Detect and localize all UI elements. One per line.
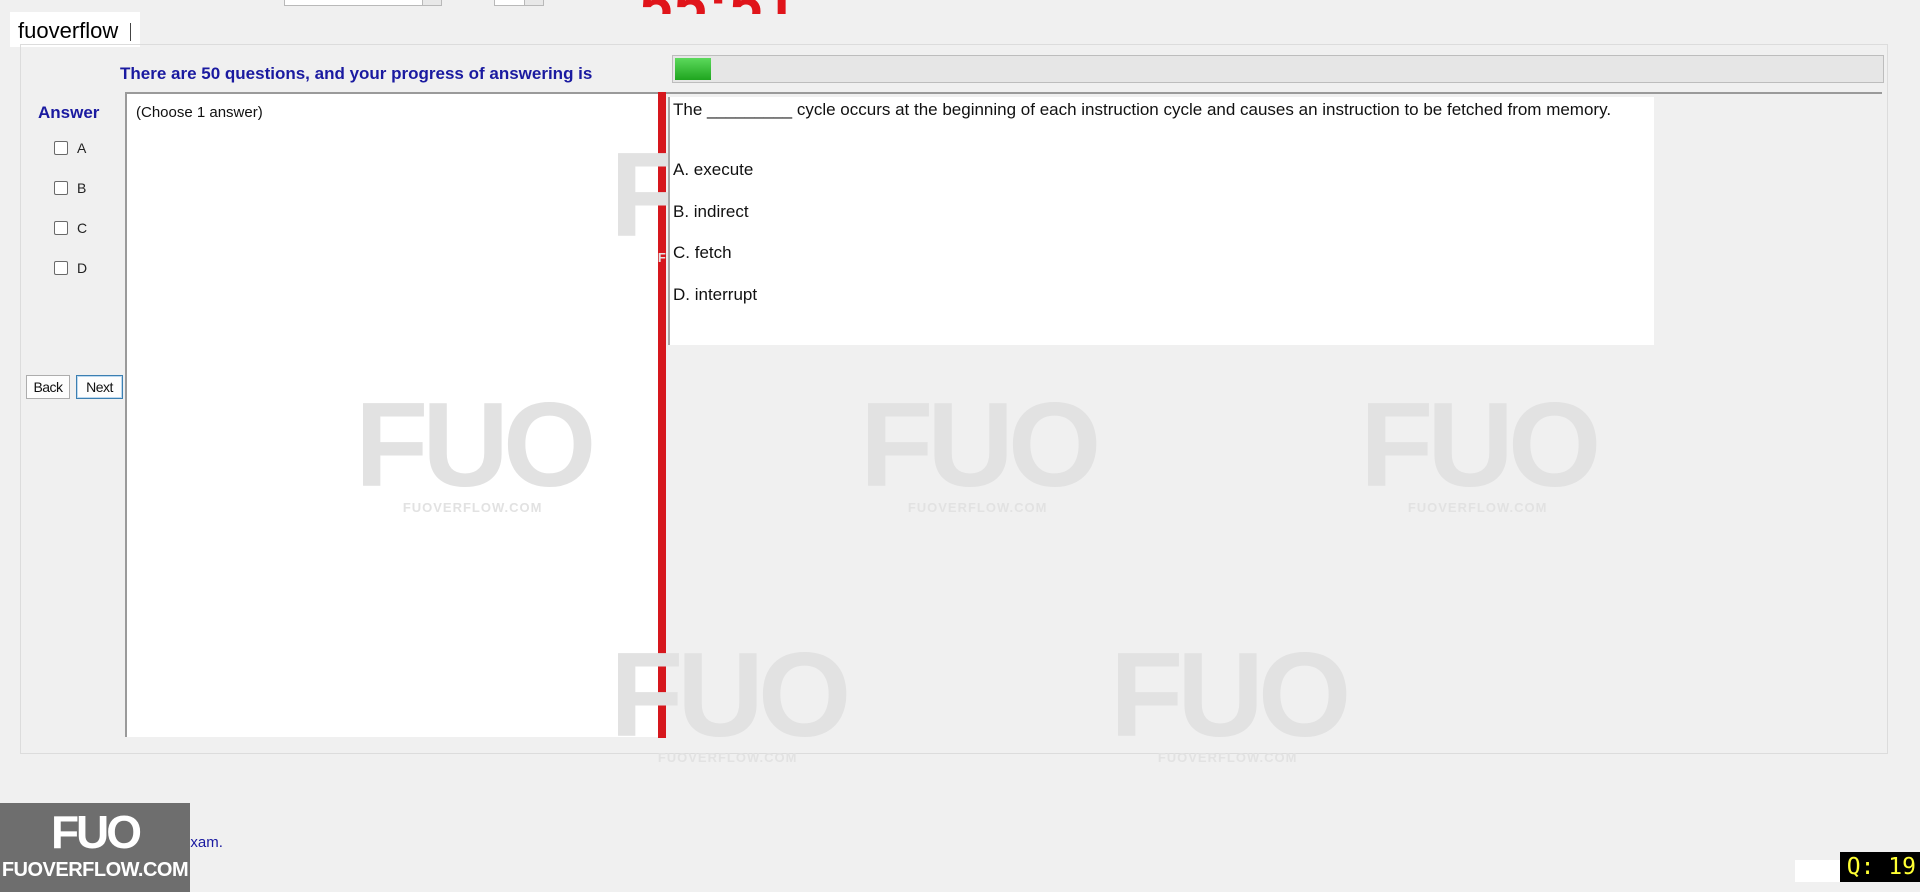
counter-lead xyxy=(1795,860,1840,882)
question-counter: Q: 19 xyxy=(1840,852,1920,882)
checkbox-c[interactable] xyxy=(54,221,68,235)
choice-d: D. interrupt xyxy=(673,285,758,304)
checkbox-a[interactable] xyxy=(54,141,68,155)
question-text: The _________ cycle occurs at the beginn… xyxy=(673,100,1612,119)
pane-splitter[interactable] xyxy=(658,92,666,738)
question-box: The _________ cycle occurs at the beginn… xyxy=(668,97,1654,345)
answer-option-d[interactable]: D xyxy=(54,260,87,276)
next-button[interactable]: Next xyxy=(76,375,123,399)
top-spinner[interactable] xyxy=(494,0,544,6)
text-caret xyxy=(130,23,132,41)
checkbox-b[interactable] xyxy=(54,181,68,195)
checkbox-d[interactable] xyxy=(54,261,68,275)
logo-text: FUOVERFLOW.COM xyxy=(1,859,189,881)
top-dropdown[interactable] xyxy=(284,0,442,6)
choose-hint: (Choose 1 answer) xyxy=(136,104,263,121)
answer-option-a[interactable]: A xyxy=(54,140,86,156)
answer-notes-pane: (Choose 1 answer) xyxy=(125,92,661,737)
answer-option-label: B xyxy=(77,180,87,196)
back-button[interactable]: Back xyxy=(26,375,70,399)
progress-label: There are 50 questions, and your progres… xyxy=(120,64,593,83)
answer-option-b[interactable]: B xyxy=(54,180,86,196)
choice-a: A. execute xyxy=(673,160,754,179)
choice-c: C. fetch xyxy=(673,243,732,262)
progress-bar xyxy=(672,55,1884,83)
logo-mark: FUO xyxy=(50,806,142,858)
spinner-arrow-icon[interactable] xyxy=(524,0,543,5)
answer-option-label: D xyxy=(77,260,88,276)
progress-fill xyxy=(675,58,712,80)
answer-option-label: C xyxy=(77,220,88,236)
answer-title: Answer xyxy=(38,103,100,122)
site-tag-text: fuoverflow xyxy=(18,18,119,43)
site-tag: fuoverflow xyxy=(10,12,140,47)
fuoverflow-logo: FUO FUOVERFLOW.COM xyxy=(0,803,190,892)
choice-b: B. indirect xyxy=(673,202,749,221)
answer-option-c[interactable]: C xyxy=(54,220,87,236)
answer-option-label: A xyxy=(77,140,87,156)
dropdown-arrow-icon[interactable] xyxy=(422,0,441,5)
exam-timer: 55:51 xyxy=(640,0,798,14)
